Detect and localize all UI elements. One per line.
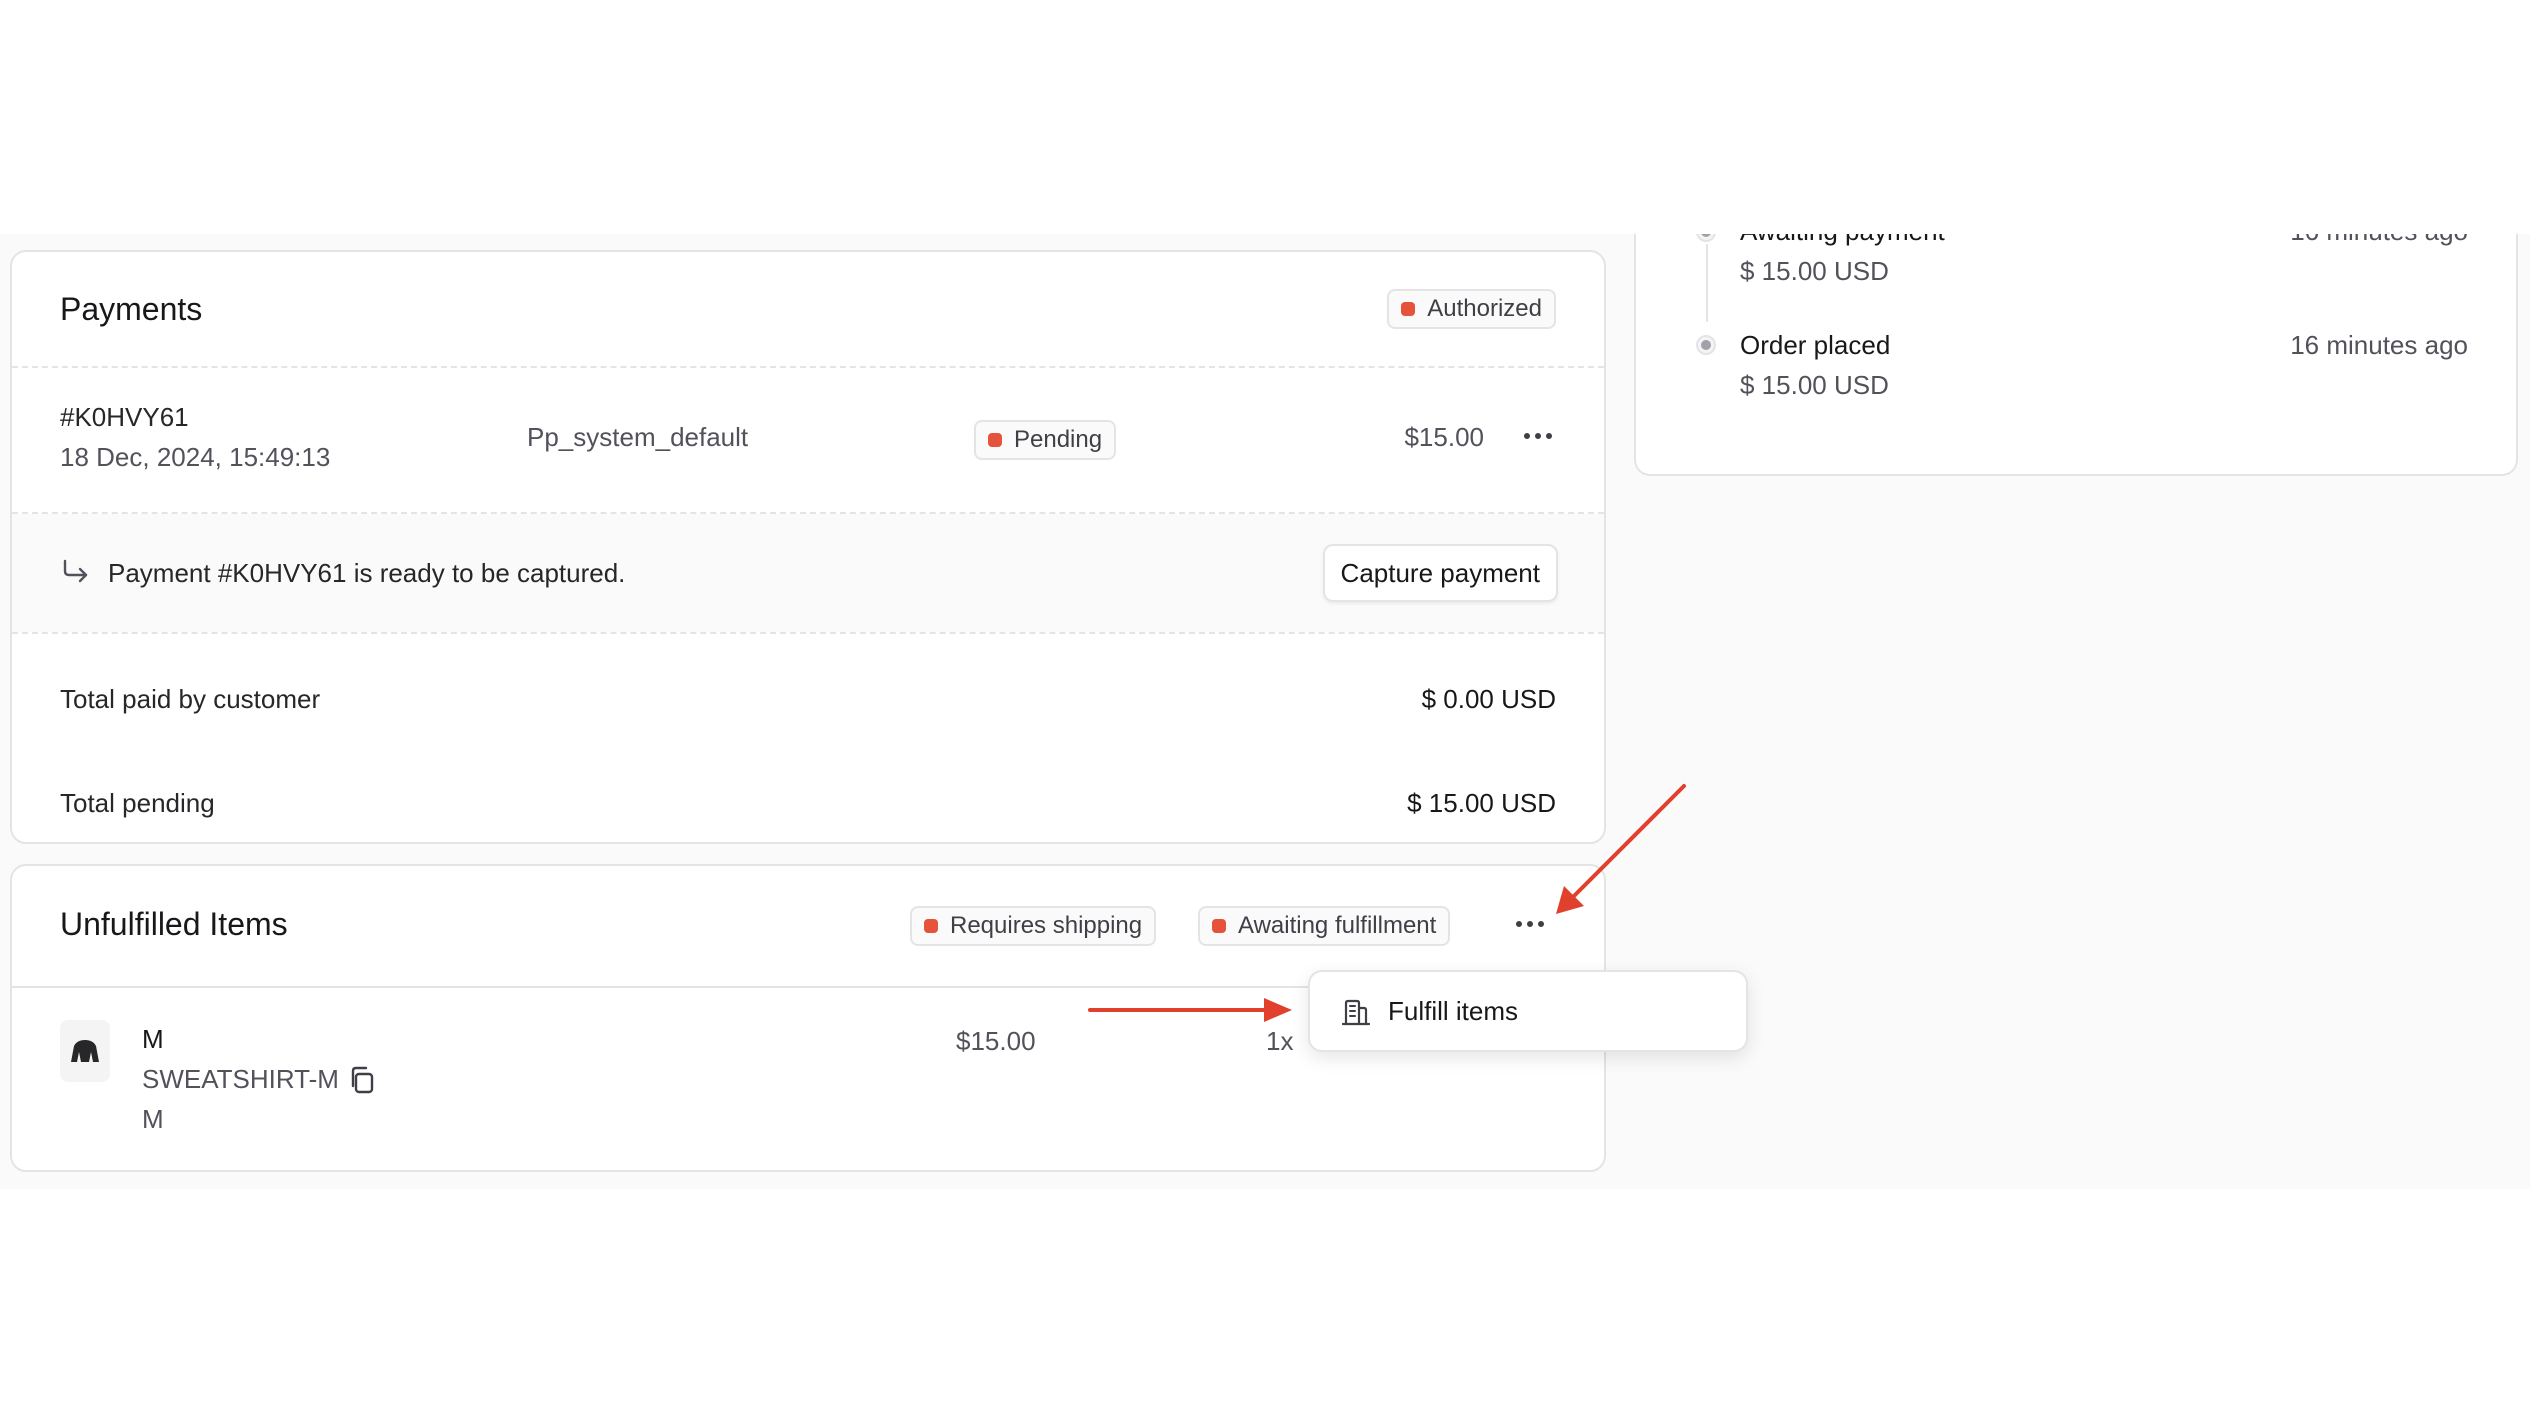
payment-amount: $15.00 [1404, 422, 1484, 452]
item-variant: M [142, 1104, 164, 1134]
item-name: M [142, 1024, 164, 1054]
payment-provider: Pp_system_default [527, 422, 749, 452]
payments-title: Payments [60, 290, 203, 327]
menu-item-label: Fulfill items [1388, 995, 1519, 1026]
payment-date: 18 Dec, 2024, 15:49:13 [60, 442, 331, 472]
status-dot-icon [1401, 302, 1416, 316]
divider [12, 632, 1604, 634]
item-unit-price: $15.00 [956, 1026, 1036, 1056]
actions-dropdown-menu: Fulfill items [1308, 970, 1748, 1052]
payment-actions-button[interactable] [1516, 416, 1560, 456]
event-time: 16 minutes ago [2290, 234, 2468, 247]
capture-payment-button[interactable]: Capture payment [1322, 544, 1558, 602]
total-label: Total paid by customer [60, 684, 321, 714]
event-amount: $ 15.00 USD [1740, 256, 1889, 286]
awaiting-fulfillment-badge: Awaiting fulfillment [1198, 906, 1451, 946]
order-detail-view: Awaiting payment $ 15.00 USD 16 minutes … [0, 234, 2530, 1189]
copy-icon[interactable] [347, 1065, 377, 1095]
payment-id: #K0HVY61 [60, 402, 189, 432]
status-dot-icon [924, 919, 938, 933]
ellipsis-icon [1524, 433, 1552, 439]
capture-notice-text: Payment #K0HVY61 is ready to be captured… [108, 558, 626, 588]
payment-status-badge: Authorized [1387, 289, 1556, 329]
unfulfilled-header: Unfulfilled Items Requires shipping Awai… [12, 866, 1604, 986]
total-value: $ 15.00 USD [1407, 788, 1556, 818]
status-dot-icon [1212, 919, 1226, 933]
payment-row: #K0HVY61 18 Dec, 2024, 15:49:13 Pp_syste… [12, 368, 1604, 512]
total-paid-row: Total paid by customer $ 0.00 USD [12, 684, 1604, 724]
sku-text: SWEATSHIRT-M [142, 1064, 339, 1094]
event-title: Order placed [1740, 330, 1891, 360]
timeline-dot-icon [1696, 335, 1716, 355]
event-title: Awaiting payment [1740, 234, 1945, 247]
event-amount: $ 15.00 USD [1740, 370, 1889, 400]
arrow-down-right-icon [63, 559, 88, 583]
badge-label: Authorized [1427, 295, 1542, 322]
total-label: Total pending [60, 788, 215, 818]
payments-card: Payments Authorized #K0HVY61 18 Dec, 202… [10, 250, 1606, 844]
sweatshirt-icon [71, 1040, 99, 1062]
timeline-dot-icon [1696, 234, 1716, 242]
unfulfilled-title: Unfulfilled Items [60, 906, 288, 942]
payment-row-status-badge: Pending [974, 420, 1117, 460]
badge-label: Pending [1014, 426, 1103, 453]
status-dot-icon [988, 433, 1002, 447]
item-sku: SWEATSHIRT-M [142, 1064, 377, 1095]
badge-label: Awaiting fulfillment [1238, 912, 1437, 939]
building-icon [1341, 999, 1371, 1026]
item-quantity: 1x [1266, 1026, 1294, 1056]
event-time: 16 minutes ago [2290, 330, 2468, 360]
total-pending-row: Total pending $ 15.00 USD [12, 788, 1604, 828]
activity-card: Awaiting payment $ 15.00 USD 16 minutes … [1634, 234, 2518, 476]
requires-shipping-badge: Requires shipping [910, 906, 1157, 946]
ellipsis-icon [1516, 921, 1544, 927]
fulfill-items-menu-item[interactable]: Fulfill items [1318, 980, 1738, 1042]
timeline-connector [1706, 244, 1708, 322]
product-thumbnail [60, 1020, 110, 1082]
payments-header: Payments Authorized [12, 252, 1604, 366]
capture-notice-row: Payment #K0HVY61 is ready to be captured… [12, 514, 1604, 632]
unfulfilled-actions-button[interactable] [1508, 904, 1552, 944]
badge-label: Requires shipping [950, 912, 1143, 939]
total-value: $ 0.00 USD [1421, 684, 1556, 714]
